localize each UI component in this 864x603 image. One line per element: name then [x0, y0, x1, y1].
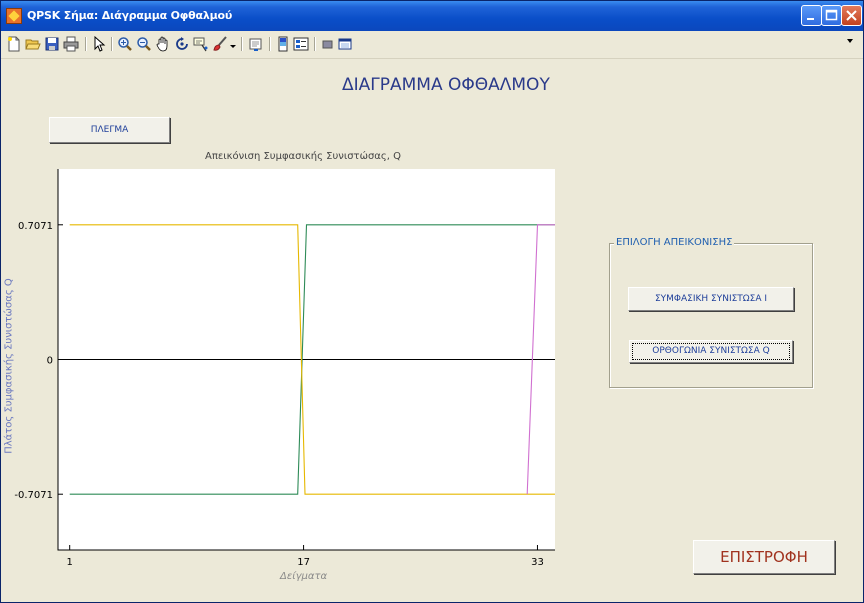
toolbar-separator	[269, 37, 271, 51]
hide-plot-tools-icon[interactable]	[320, 36, 336, 52]
new-file-icon[interactable]	[6, 36, 22, 52]
quadrature-component-button[interactable]: ΟΡΘΟΓΩΝΙΑ ΣΥΝΙΣΤΩΣΑ Q	[629, 340, 793, 363]
show-plot-tools-icon[interactable]	[337, 36, 353, 52]
grid-button[interactable]: ΠΛΕΓΜΑ	[49, 117, 170, 143]
back-button[interactable]: ΕΠΙΣΤΡΟΦΗ	[693, 540, 835, 574]
print-icon[interactable]	[63, 36, 79, 52]
figure-toolbar	[1, 31, 863, 59]
in-phase-component-button[interactable]: ΣΥΜΦΑΣΙΚΗ ΣΥΝΙΣΤΩΣΑ Ι	[628, 287, 794, 311]
pan-icon[interactable]	[155, 36, 171, 52]
page-title: ΔΙΑΓΡΑΜΜΑ ΟΦΘΑΛΜΟΥ	[342, 75, 550, 95]
panel-title: ΕΠΙΛΟΓΗ ΑΠΕΙΚΟΝΙΣΗΣ	[614, 237, 735, 248]
maximize-button[interactable]	[821, 5, 842, 26]
x-tick-label: 1	[67, 557, 73, 568]
brush-icon[interactable]	[212, 36, 228, 52]
display-selection-panel	[609, 243, 813, 388]
x-tick-label: 33	[531, 557, 544, 568]
legend-icon[interactable]	[293, 36, 309, 52]
y-tick-label: -0.7071	[14, 490, 53, 501]
y-tick-label: 0	[47, 356, 53, 367]
toolbar-separator	[241, 37, 243, 51]
eye-diagram-plot[interactable]: 0.7071 0 -0.7071 1 17 33	[14, 169, 555, 568]
data-cursor-icon[interactable]	[193, 36, 209, 52]
toolbar-overflow-icon[interactable]	[847, 39, 853, 43]
close-button[interactable]	[841, 5, 862, 26]
minimize-button[interactable]	[801, 5, 822, 26]
y-tick-label: 0.7071	[18, 221, 53, 232]
colorbar-icon[interactable]	[275, 36, 291, 52]
link-plot-icon[interactable]	[248, 36, 264, 52]
toolbar-separator	[314, 37, 316, 51]
rotate-3d-icon[interactable]	[174, 36, 190, 52]
y-axis-label: Πλάτος Συμφασικής Συνιστώσας Q	[3, 278, 15, 454]
open-folder-icon[interactable]	[25, 36, 41, 52]
app-window: QPSK Σήμα: Διάγραμμα Οφθαλμού ΔΙΑΓΡΑΜΜΑ …	[0, 0, 864, 603]
zoom-in-icon[interactable]	[117, 36, 133, 52]
x-tick-label: 17	[297, 557, 310, 568]
toolbar-separator	[111, 37, 113, 51]
title-bar[interactable]: QPSK Σήμα: Διάγραμμα Οφθαλμού	[1, 1, 863, 31]
brush-dropdown-icon[interactable]	[229, 36, 237, 52]
zoom-out-icon[interactable]	[136, 36, 152, 52]
x-axis-label: Δείγματα	[280, 571, 328, 582]
window-title: QPSK Σήμα: Διάγραμμα Οφθαλμού	[27, 9, 233, 22]
pointer-icon[interactable]	[91, 36, 107, 52]
matlab-app-icon	[6, 8, 22, 24]
plot-title: Απεικόνιση Συμφασικής Συνιστώσας, Q	[205, 151, 401, 162]
save-icon[interactable]	[44, 36, 60, 52]
toolbar-separator	[85, 37, 87, 51]
